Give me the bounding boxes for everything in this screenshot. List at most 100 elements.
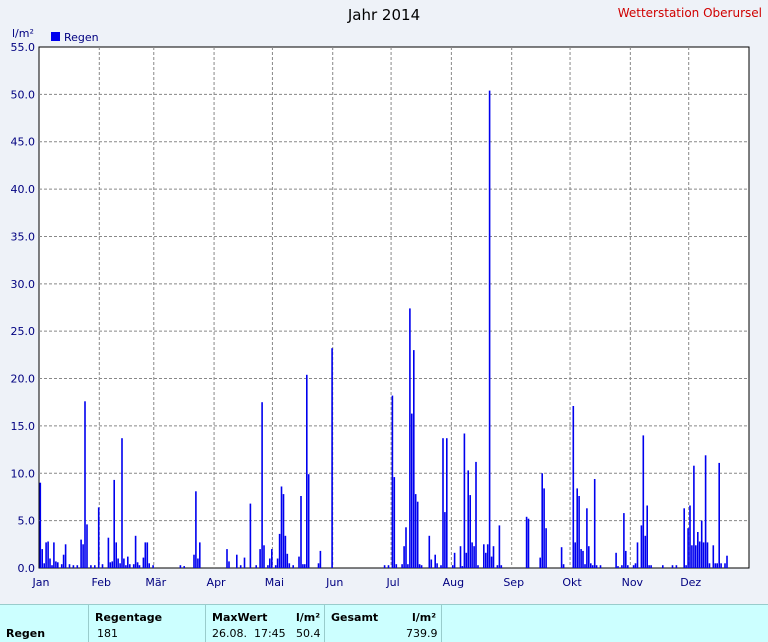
x-tick-label: Jun [325,576,343,589]
rain-bar [492,546,495,568]
rain-bar [642,435,645,568]
rain-bar [282,494,285,568]
rain-bar [84,401,86,568]
rain-bar [714,563,717,568]
rain-bar [304,564,306,568]
rain-bar [627,565,629,568]
rain-bar [578,496,580,568]
rain-bar [704,455,707,568]
header-regentage: Regentage [95,611,163,624]
rain-bar [51,565,53,568]
rain-chart: 0.0 5.0 10.0 15.0 20.0 25.0 30.0 35.0 40.0 45.0 50… [11,27,750,589]
rain-bar [76,565,79,568]
rain-bar [228,561,230,568]
x-tick-label: Sep [503,576,524,589]
rain-bar [440,565,442,568]
rain-bar [640,525,643,568]
rain-bar [712,545,715,568]
header-gesamt: Gesamt [331,611,379,624]
rain-bar [430,559,433,568]
rain-bar [595,565,598,568]
rain-bar [45,542,47,568]
rain-bar [485,552,487,568]
rain-bar [442,438,444,568]
rain-bar [148,563,150,568]
rain-bar [53,542,55,568]
rain-bar [193,554,195,568]
legend-label: Regen [64,31,99,44]
rain-bar [562,564,565,568]
rain-bar [683,508,685,568]
header-maxwert: MaxWert [212,611,268,624]
rain-bar [107,537,110,568]
rain-bar [416,501,419,568]
rain-bar [271,549,273,568]
rain-bar [477,565,479,568]
rain-bar [588,546,590,568]
rain-bar [496,565,499,568]
rain-bar [86,524,88,568]
header-unit-max: l/m² [296,611,321,624]
rain-bar [572,406,575,568]
rain-bar [720,563,722,568]
rain-bar [255,565,257,568]
rain-bar [413,350,415,568]
rain-bar [331,348,333,568]
x-tick-label: Dez [680,576,701,589]
x-tick-label: Jul [385,576,399,589]
max-date: 26.08. 17:45 [212,627,286,640]
rain-bar [632,565,635,568]
y-tick-label: 10.0 [11,467,36,480]
row-label: Regen [6,627,46,640]
rain-bar [117,558,119,568]
header-unit-total: l/m² [412,611,437,624]
rain-bar [298,556,300,568]
y-tick-label: 5.0 [18,515,36,528]
rain-bar [152,565,154,568]
rain-bar [90,565,92,568]
rain-bar [97,507,100,568]
rain-bar [263,545,265,568]
rain-bar [80,539,82,568]
rain-bar [82,544,84,568]
y-tick-label: 45.0 [11,136,36,149]
rain-bar [469,495,471,568]
rain-bar [383,565,386,568]
y-tick-label: 15.0 [11,420,36,433]
legend-swatch [51,32,60,41]
rain-bar [269,558,271,568]
rain-bar [319,550,322,568]
rain-bar [134,535,137,568]
rain-bar [57,562,59,568]
rain-bar [405,527,407,568]
y-tick-label: 40.0 [11,183,36,196]
rain-bar [132,564,135,568]
rain-bar [648,565,650,568]
rain-bar [64,544,67,568]
rain-bar [488,90,491,568]
rain-bar [644,535,647,568]
rain-bar [650,565,652,568]
y-tick-label: 55.0 [11,41,36,54]
rain-bar [465,552,468,568]
rain-bar [473,546,475,568]
x-tick-labels: Jan Feb Mär Apr Mai Jun Jul Aug Sep Okt Nov Dez [32,576,702,589]
rain-bar [716,563,718,568]
rain-bar [115,542,117,568]
rain-bar [646,505,648,568]
rain-bar [574,542,576,568]
rain-bar [280,486,283,568]
rain-bar [724,563,726,568]
rain-bar [636,542,639,568]
rain-bar [434,554,436,568]
x-tick-label: Nov [622,576,644,589]
rain-bar [236,554,238,568]
rain-bar [393,477,396,568]
rain-bar [560,547,563,568]
rain-bar [243,557,246,568]
rain-bar [276,558,279,568]
rain-bar [625,550,627,568]
rain-bar [461,566,464,568]
rain-bar [292,565,294,568]
rain-bar [693,465,695,568]
